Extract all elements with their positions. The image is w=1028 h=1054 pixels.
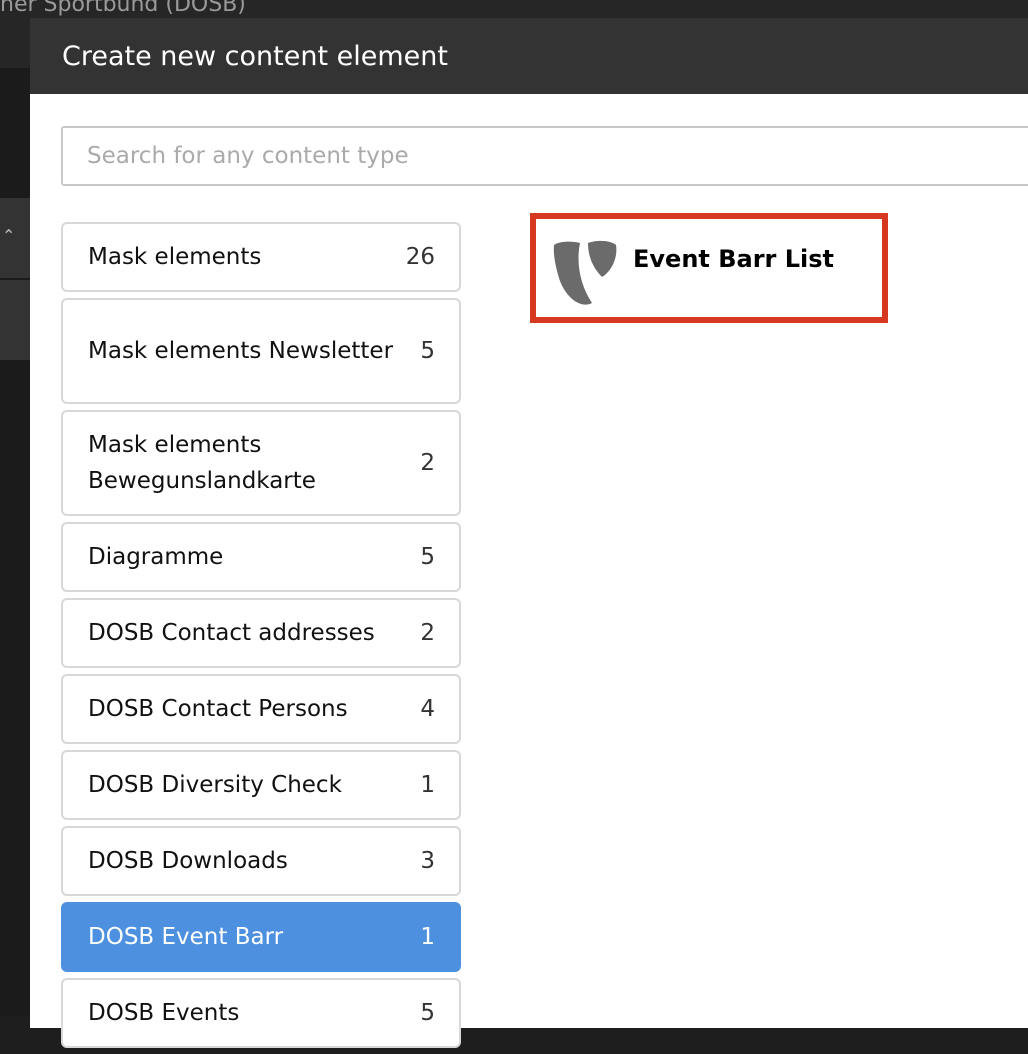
category-label: DOSB Events xyxy=(88,1000,240,1026)
backend-site-title: her Sportbund (DOSB) xyxy=(0,0,246,17)
category-item-dosb-events[interactable]: DOSB Events 5 xyxy=(61,978,461,1048)
category-item-mask-elements-bewegunslandkarte[interactable]: Mask elements Bewegunslandkarte 2 xyxy=(61,410,461,516)
modal-title: Create new content element xyxy=(62,40,448,72)
category-count: 5 xyxy=(420,544,435,570)
category-item-mask-elements[interactable]: Mask elements 26 xyxy=(61,222,461,292)
category-item-mask-elements-newsletter[interactable]: Mask elements Newsletter 5 xyxy=(61,298,461,404)
category-count: 2 xyxy=(420,450,435,476)
category-label: Mask elements Bewegunslandkarte xyxy=(88,432,316,494)
category-item-dosb-downloads[interactable]: DOSB Downloads 3 xyxy=(61,826,461,896)
category-count: 1 xyxy=(420,772,435,798)
chevron-up-icon[interactable]: ⌃ xyxy=(2,226,15,245)
create-content-modal: Create new content element Mask elements… xyxy=(30,18,1028,1048)
category-item-dosb-diversity-check[interactable]: DOSB Diversity Check 1 xyxy=(61,750,461,820)
category-item-diagramme[interactable]: Diagramme 5 xyxy=(61,522,461,592)
category-item-dosb-contact-persons[interactable]: DOSB Contact Persons 4 xyxy=(61,674,461,744)
category-label: DOSB Event Barr xyxy=(88,924,284,950)
category-list: Mask elements 26 Mask elements Newslette… xyxy=(61,222,461,1054)
category-label: Diagramme xyxy=(88,544,224,570)
category-label: DOSB Contact Persons xyxy=(88,696,348,722)
category-label: DOSB Contact addresses xyxy=(88,620,375,646)
category-count: 1 xyxy=(420,924,435,950)
category-count: 2 xyxy=(420,620,435,646)
typo3-logo-icon xyxy=(553,240,617,305)
category-count: 26 xyxy=(405,244,435,270)
category-count: 5 xyxy=(420,1000,435,1026)
modal-header: Create new content element xyxy=(30,18,1028,94)
content-element-label: Event Barr List xyxy=(633,245,835,273)
category-label: DOSB Downloads xyxy=(88,848,288,874)
category-count: 4 xyxy=(420,696,435,722)
category-label: Mask elements xyxy=(88,244,262,270)
content-element-event-barr-list[interactable]: Event Barr List xyxy=(530,213,888,323)
category-label: Mask elements Newsletter xyxy=(88,338,394,364)
category-label: DOSB Diversity Check xyxy=(88,772,342,798)
category-item-dosb-contact-addresses[interactable]: DOSB Contact addresses 2 xyxy=(61,598,461,668)
category-count: 3 xyxy=(420,848,435,874)
category-item-dosb-event-barr[interactable]: DOSB Event Barr 1 xyxy=(61,902,461,972)
search-input[interactable] xyxy=(61,126,1028,186)
backend-panel-divider xyxy=(0,278,30,280)
category-count: 5 xyxy=(420,338,435,364)
